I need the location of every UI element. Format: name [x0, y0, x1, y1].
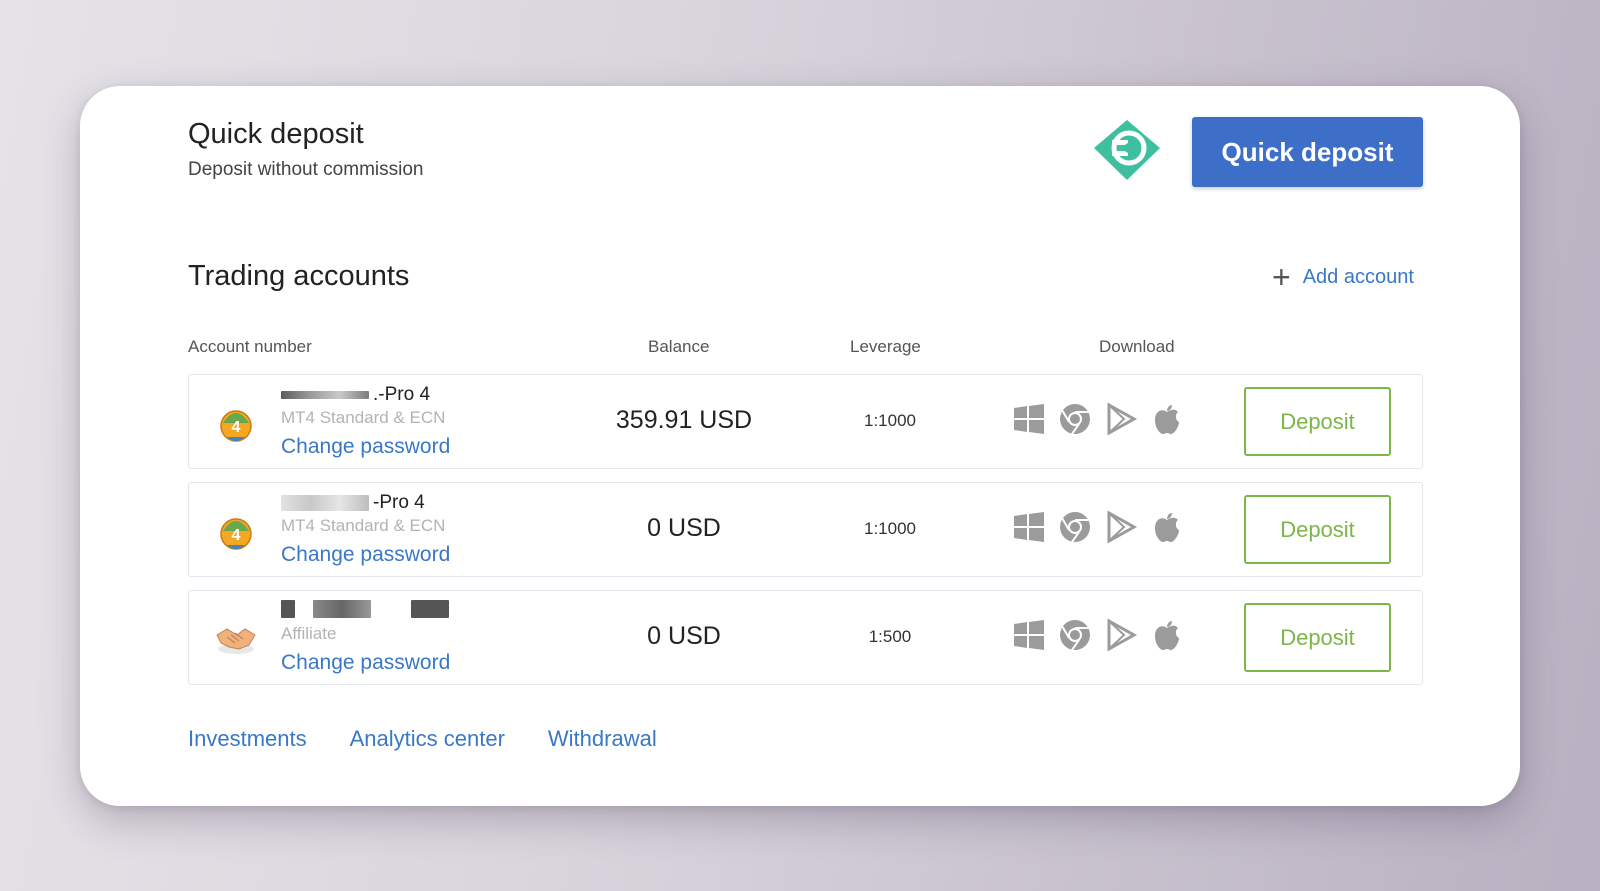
account-balance: 359.91 USD — [615, 406, 753, 434]
account-balance: 0 USD — [647, 622, 721, 650]
add-account-link[interactable]: + Add account — [1272, 259, 1414, 295]
column-header-balance: Balance — [648, 337, 710, 356]
download-icons — [1012, 402, 1184, 436]
download-icons — [1012, 510, 1184, 544]
download-icons — [1012, 618, 1184, 652]
account-balance: 0 USD — [647, 514, 721, 542]
account-number: .-Pro 4 — [281, 384, 430, 406]
plus-icon: + — [1272, 259, 1291, 295]
deposit-button[interactable]: Deposit — [1244, 387, 1391, 456]
dashboard-card: Quick deposit Deposit without commission… — [80, 86, 1520, 806]
bottom-nav: Investments Analytics center Withdrawal — [188, 726, 657, 752]
account-number: -Pro 4 — [281, 492, 425, 514]
play-store-icon[interactable] — [1104, 402, 1138, 436]
change-password-link[interactable]: Change password — [281, 651, 450, 675]
deposit-button[interactable]: Deposit — [1244, 495, 1391, 564]
account-number — [281, 600, 449, 618]
svg-text:4: 4 — [232, 419, 241, 436]
windows-icon[interactable] — [1012, 402, 1046, 436]
account-leverage: 1:500 — [868, 627, 912, 646]
svg-text:4: 4 — [232, 527, 241, 544]
column-header-download: Download — [1099, 337, 1175, 356]
add-account-label: Add account — [1302, 265, 1414, 288]
investments-link[interactable]: Investments — [188, 726, 307, 752]
chrome-icon[interactable] — [1058, 618, 1092, 652]
mt4-icon: 4 — [213, 507, 259, 553]
account-type: MT4 Standard & ECN — [281, 408, 446, 427]
trading-accounts-title: Trading accounts — [188, 260, 410, 292]
account-type: MT4 Standard & ECN — [281, 516, 446, 535]
quick-deposit-subtitle: Deposit without commission — [188, 159, 424, 180]
windows-icon[interactable] — [1012, 618, 1046, 652]
account-type: Affiliate — [281, 624, 337, 643]
chrome-icon[interactable] — [1058, 510, 1092, 544]
chrome-icon[interactable] — [1058, 402, 1092, 436]
analytics-center-link[interactable]: Analytics center — [350, 726, 505, 752]
redacted-account-number — [281, 600, 295, 618]
play-store-icon[interactable] — [1104, 510, 1138, 544]
column-header-account-number: Account number — [188, 337, 312, 356]
payment-logo-icon — [1090, 118, 1164, 182]
apple-icon[interactable] — [1150, 618, 1184, 652]
withdrawal-link[interactable]: Withdrawal — [548, 726, 657, 752]
handshake-icon — [213, 615, 259, 661]
screenshot-frame: Quick deposit Deposit without commission… — [0, 0, 1600, 891]
apple-icon[interactable] — [1150, 402, 1184, 436]
account-leverage: 1:1000 — [864, 519, 916, 538]
change-password-link[interactable]: Change password — [281, 543, 450, 567]
account-row: 4 -Pro 4 MT4 Standard & ECN Change passw… — [188, 482, 1423, 577]
mt4-icon: 4 — [213, 399, 259, 445]
redacted-account-number — [281, 495, 369, 511]
apple-icon[interactable] — [1150, 510, 1184, 544]
change-password-link[interactable]: Change password — [281, 435, 450, 459]
redacted-account-number — [281, 391, 369, 399]
play-store-icon[interactable] — [1104, 618, 1138, 652]
account-row: Affiliate Change password 0 USD 1:500 De… — [188, 590, 1423, 685]
column-header-leverage: Leverage — [850, 337, 921, 356]
deposit-button[interactable]: Deposit — [1244, 603, 1391, 672]
account-row: 4 .-Pro 4 MT4 Standard & ECN Change pass… — [188, 374, 1423, 469]
quick-deposit-button[interactable]: Quick deposit — [1192, 117, 1423, 187]
account-leverage: 1:1000 — [864, 411, 916, 430]
windows-icon[interactable] — [1012, 510, 1046, 544]
quick-deposit-title: Quick deposit — [188, 118, 364, 150]
